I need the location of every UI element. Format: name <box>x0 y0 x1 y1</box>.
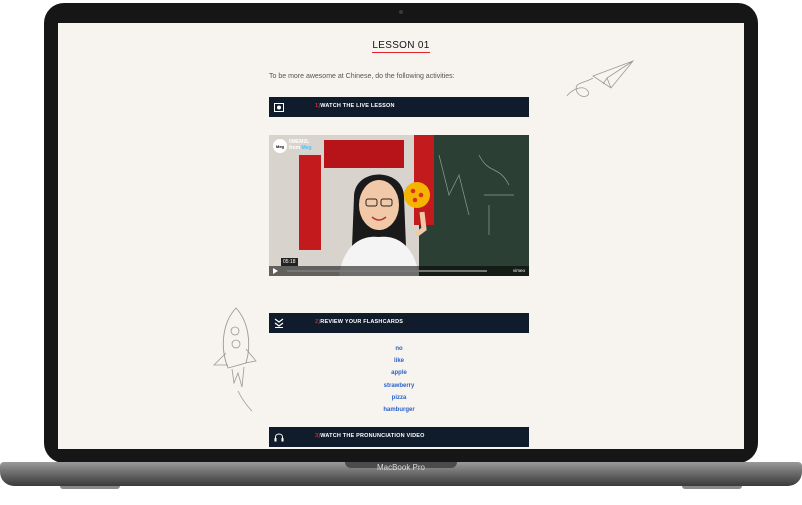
section-label: 2)REVIEW YOUR FLASHCARDS <box>315 319 404 325</box>
video-presenter <box>339 174 430 276</box>
video-banner <box>299 155 321 250</box>
from-label: from <box>289 145 301 151</box>
flashcard-link[interactable]: no <box>269 343 529 355</box>
laptop-lid: LESSON 01 To be more awesome at Chinese,… <box>44 3 758 463</box>
flashcard-link[interactable]: apple <box>269 367 529 379</box>
video-camera-icon <box>272 100 286 114</box>
video-player[interactable]: Meg 0MEM2L from Meg 05:18 vimeo <box>269 135 529 276</box>
intro-text: To be more awesome at Chinese, do the fo… <box>269 73 455 80</box>
video-caption[interactable]: 0MEM2L from Meg <box>289 139 312 151</box>
section-pronunciation[interactable]: 3)WATCH THE PRONUNCIATION VIDEO <box>269 427 529 447</box>
device-label: MacBook Pro <box>376 463 426 472</box>
section-label: 1)WATCH THE LIVE LESSON <box>315 103 395 109</box>
video-author: Meg <box>301 145 312 151</box>
section-label: 3)WATCH THE PRONUNCIATION VIDEO <box>315 433 425 439</box>
double-chevron-down-icon <box>272 316 286 330</box>
flashcard-list: no like apple strawberry pizza hamburger <box>269 343 529 416</box>
page-title: LESSON 01 <box>372 40 430 53</box>
flashcard-link[interactable]: pizza <box>269 392 529 404</box>
play-icon[interactable] <box>273 268 278 274</box>
video-controls[interactable]: vimeo <box>269 266 529 276</box>
video-chalk <box>438 154 514 235</box>
paper-airplane-icon <box>566 60 635 97</box>
channel-badge[interactable]: Meg <box>273 139 287 153</box>
laptop-foot <box>60 486 120 489</box>
vimeo-logo[interactable]: vimeo <box>513 268 525 273</box>
headphones-icon <box>272 430 286 444</box>
webcam <box>399 10 403 14</box>
screen: LESSON 01 To be more awesome at Chinese,… <box>58 23 744 449</box>
progress-bar[interactable] <box>287 270 487 272</box>
flashcard-link[interactable]: strawberry <box>269 380 529 392</box>
section-live-lesson[interactable]: 1)WATCH THE LIVE LESSON <box>269 97 529 117</box>
flashcard-link[interactable]: hamburger <box>269 404 529 416</box>
video-duration: 05:18 <box>281 258 298 266</box>
laptop-foot <box>682 486 742 489</box>
section-flashcards[interactable]: 2)REVIEW YOUR FLASHCARDS <box>269 313 529 333</box>
flashcard-link[interactable]: like <box>269 355 529 367</box>
